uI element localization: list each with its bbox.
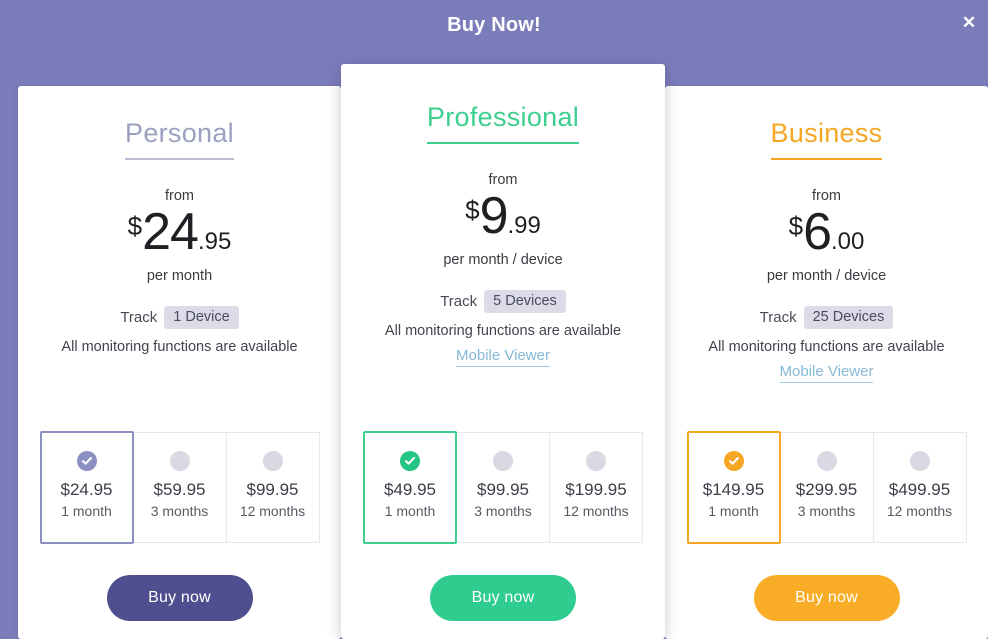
per-label-personal: per month [146, 267, 213, 284]
buy-now-button-professional[interactable]: Buy now [430, 575, 576, 621]
term-option-professional-1[interactable]: $49.95 1 month [363, 431, 457, 544]
term-option-price: $99.95 [477, 480, 529, 499]
term-option-term: 12 months [563, 502, 629, 519]
term-options-business: $149.95 1 month $299.95 3 months $499.95… [665, 431, 988, 544]
track-badge-business: 25 Devices [803, 305, 894, 329]
term-option-term: 12 months [886, 502, 953, 519]
price-whole-professional: 9 [479, 186, 509, 245]
plan-card-personal[interactable]: Personal from $ 24 .95 per month Track 1… [18, 86, 341, 639]
track-badge-personal: 1 Device [164, 305, 239, 329]
term-option-price: $24.95 [60, 480, 113, 499]
term-option-term: 12 months [239, 502, 306, 519]
radio-empty-icon [493, 451, 513, 471]
term-options-professional: $49.95 1 month $99.95 3 months $199.95 1… [341, 431, 665, 544]
per-label-professional: per month / device [443, 251, 563, 268]
check-circle-icon [76, 451, 97, 471]
from-label-business: from [812, 187, 841, 204]
term-option-personal-1[interactable]: $24.95 1 month [39, 431, 134, 544]
from-label-personal: from [165, 187, 194, 204]
term-option-term: 1 month [61, 502, 112, 519]
mobile-viewer-link-business[interactable]: Mobile Viewer [779, 363, 874, 383]
pricing-cards: Personal from $ 24 .95 per month Track 1… [0, 0, 988, 639]
term-option-professional-2[interactable]: $99.95 3 months [456, 432, 550, 543]
term-option-term: 1 month [708, 502, 759, 519]
term-option-price: $149.95 [702, 480, 765, 499]
term-option-price: $59.95 [153, 480, 206, 499]
price-cents-professional: .99 [507, 211, 541, 239]
term-option-business-3[interactable]: $499.95 12 months [872, 432, 967, 543]
term-option-personal-3[interactable]: $99.95 12 months [225, 432, 320, 543]
features-line-business: All monitoring functions are available [708, 338, 945, 355]
radio-empty-icon [169, 451, 190, 471]
plan-card-personal-inner: Personal from $ 24 .95 per month Track 1… [18, 86, 341, 639]
track-row-professional: Track 5 Devices [341, 289, 665, 313]
term-option-business-1[interactable]: $149.95 1 month [686, 431, 781, 544]
buy-now-button-business[interactable]: Buy now [753, 575, 900, 621]
track-label-professional: Track [440, 292, 478, 310]
track-row-personal: Track 1 Device [18, 305, 341, 329]
plan-title-business: Business [770, 118, 883, 160]
term-option-term: 3 months [474, 502, 532, 519]
buy-now-modal: Buy Now! ✕ Personal from $ 24 .95 per mo… [0, 0, 988, 639]
plan-card-professional-inner: Professional from $ 9 .99 per month / de… [341, 64, 665, 639]
plan-title-personal: Personal [125, 118, 234, 160]
term-option-price: $299.95 [795, 480, 858, 499]
price-whole-personal: 24 [142, 202, 199, 261]
plan-card-professional[interactable]: Professional from $ 9 .99 per month / de… [341, 64, 665, 639]
term-options-personal: $24.95 1 month $59.95 3 months $99.95 12… [18, 431, 341, 544]
term-option-price: $499.95 [888, 480, 951, 499]
mobile-viewer-link-professional[interactable]: Mobile Viewer [456, 347, 550, 367]
buy-now-button-personal[interactable]: Buy now [106, 575, 253, 621]
radio-empty-icon [262, 451, 283, 471]
check-circle-icon [400, 451, 420, 471]
track-label-personal: Track [120, 308, 158, 326]
plan-card-business[interactable]: Business from $ 6 .00 per month / device… [665, 86, 988, 639]
features-line-professional: All monitoring functions are available [384, 322, 622, 339]
from-label-professional: from [488, 171, 518, 188]
radio-empty-icon [586, 451, 606, 471]
price-cents-business: .00 [831, 227, 865, 255]
term-option-term: 1 month [384, 502, 436, 519]
track-badge-professional: 5 Devices [484, 289, 566, 313]
price-currency-personal: $ [127, 210, 143, 241]
plan-title-professional: Professional [426, 102, 580, 144]
term-option-price: $199.95 [565, 480, 627, 499]
features-line-personal: All monitoring functions are available [61, 338, 298, 355]
plan-card-business-inner: Business from $ 6 .00 per month / device… [665, 86, 988, 639]
track-row-business: Track 25 Devices [665, 305, 988, 329]
price-professional: $ 9 .99 [341, 190, 665, 242]
price-personal: $ 24 .95 [18, 206, 341, 258]
radio-empty-icon [816, 451, 837, 471]
per-label-business: per month / device [766, 267, 887, 284]
price-currency-business: $ [788, 210, 804, 241]
term-option-price: $99.95 [246, 480, 299, 499]
price-business: $ 6 .00 [665, 206, 988, 258]
check-circle-icon [723, 451, 744, 471]
price-whole-business: 6 [803, 202, 832, 261]
term-option-personal-2[interactable]: $59.95 3 months [132, 432, 227, 543]
term-option-professional-3[interactable]: $199.95 12 months [549, 432, 643, 543]
price-cents-personal: .95 [197, 227, 232, 255]
term-option-price: $49.95 [384, 480, 436, 499]
track-label-business: Track [759, 308, 797, 326]
term-option-term: 3 months [150, 502, 209, 519]
price-currency-professional: $ [465, 194, 480, 225]
term-option-business-2[interactable]: $299.95 3 months [779, 432, 874, 543]
term-option-term: 3 months [797, 502, 856, 519]
radio-empty-icon [909, 451, 930, 471]
